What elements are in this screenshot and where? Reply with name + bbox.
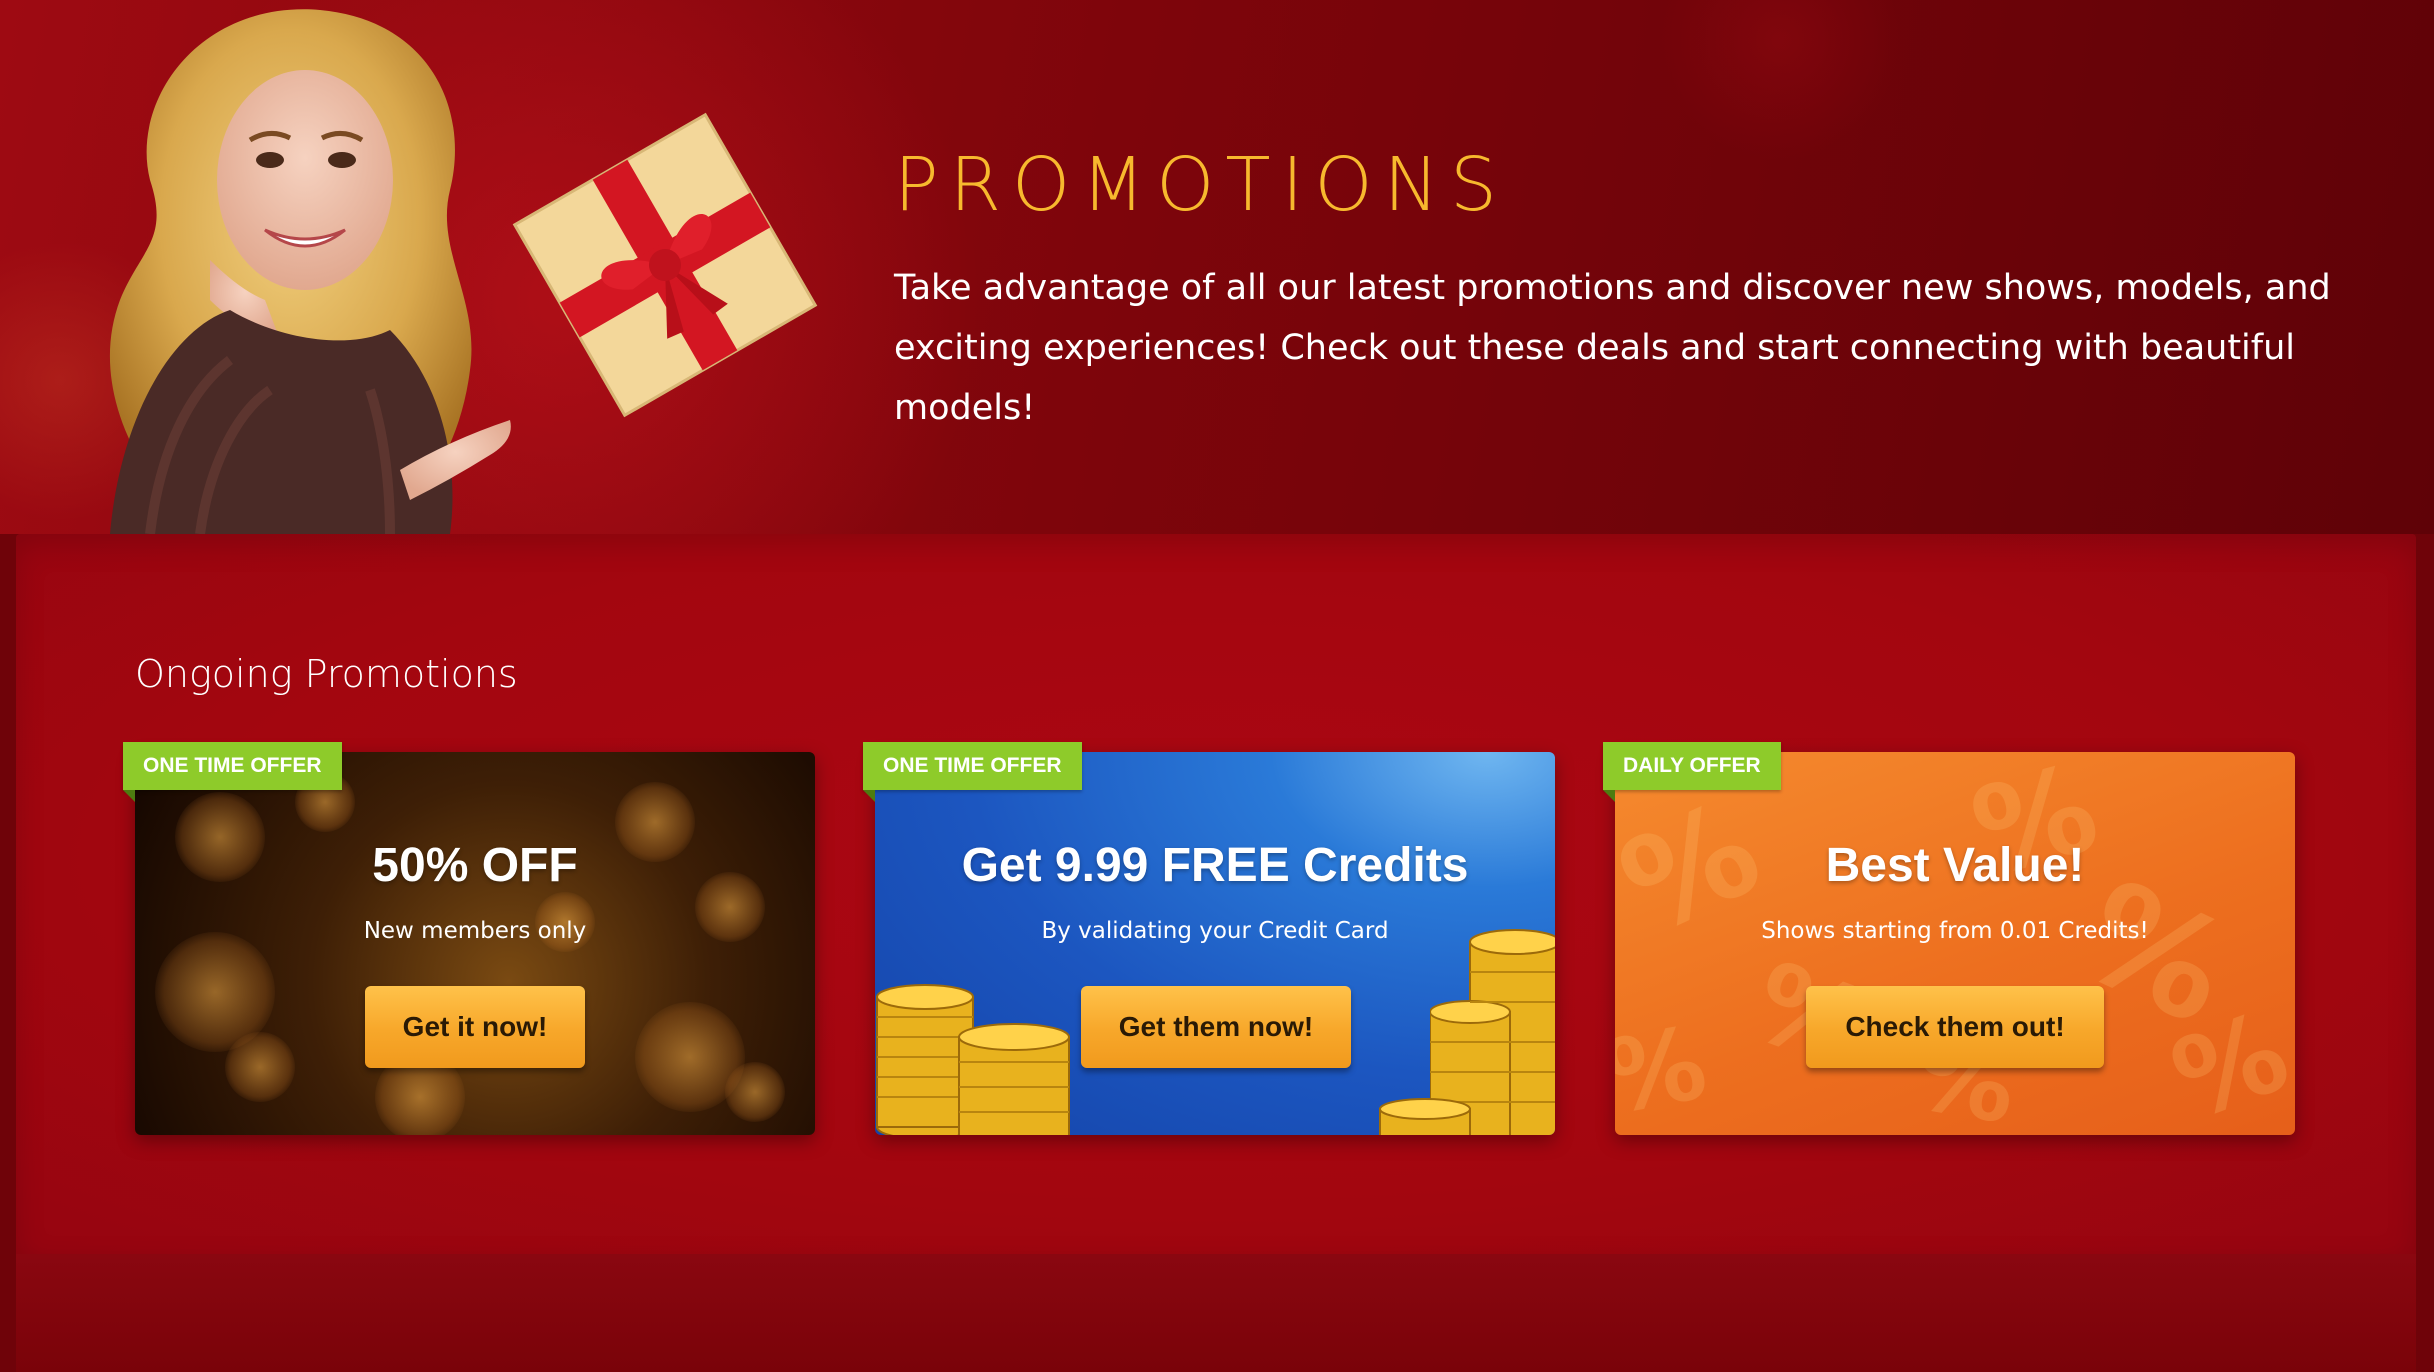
promo-card-free-credits: Get 9.99 FREE Credits By validating your… bbox=[875, 752, 1555, 1135]
section-title: Ongoing Promotions bbox=[135, 652, 518, 696]
card-subtitle: New members only bbox=[363, 918, 587, 944]
gift-box-icon bbox=[512, 112, 818, 418]
card-subtitle: By validating your Credit Card bbox=[1041, 918, 1389, 944]
card-title: Best Value! bbox=[1825, 839, 2085, 892]
one-time-offer-badge: ONE TIME OFFER bbox=[863, 742, 1082, 802]
model-photo bbox=[109, 9, 511, 534]
one-time-offer-badge: ONE TIME OFFER bbox=[123, 742, 342, 802]
get-them-now-button[interactable]: Get them now! bbox=[1081, 986, 1351, 1068]
promotions-hero: PROMOTIONS Take advantage of all our lat… bbox=[0, 0, 2434, 534]
page-title: PROMOTIONS bbox=[894, 142, 1508, 228]
check-them-out-button[interactable]: Check them out! bbox=[1806, 986, 2104, 1068]
card-subtitle: Shows starting from 0.01 Credits! bbox=[1761, 918, 2149, 944]
card-title: Get 9.99 FREE Credits bbox=[961, 839, 1469, 892]
footer-band bbox=[16, 1254, 2416, 1372]
get-it-now-button[interactable]: Get it now! bbox=[365, 986, 585, 1068]
hero-description: Take advantage of all our latest promoti… bbox=[894, 268, 2331, 428]
daily-offer-badge: DAILY OFFER bbox=[1603, 742, 1781, 802]
card-title: 50% OFF bbox=[372, 839, 578, 892]
promo-card-50-off: 50% OFF New members only Get it now! bbox=[135, 752, 815, 1135]
promo-card-best-value: % % % % % % % Best Value! Shows starting… bbox=[1615, 752, 2295, 1135]
